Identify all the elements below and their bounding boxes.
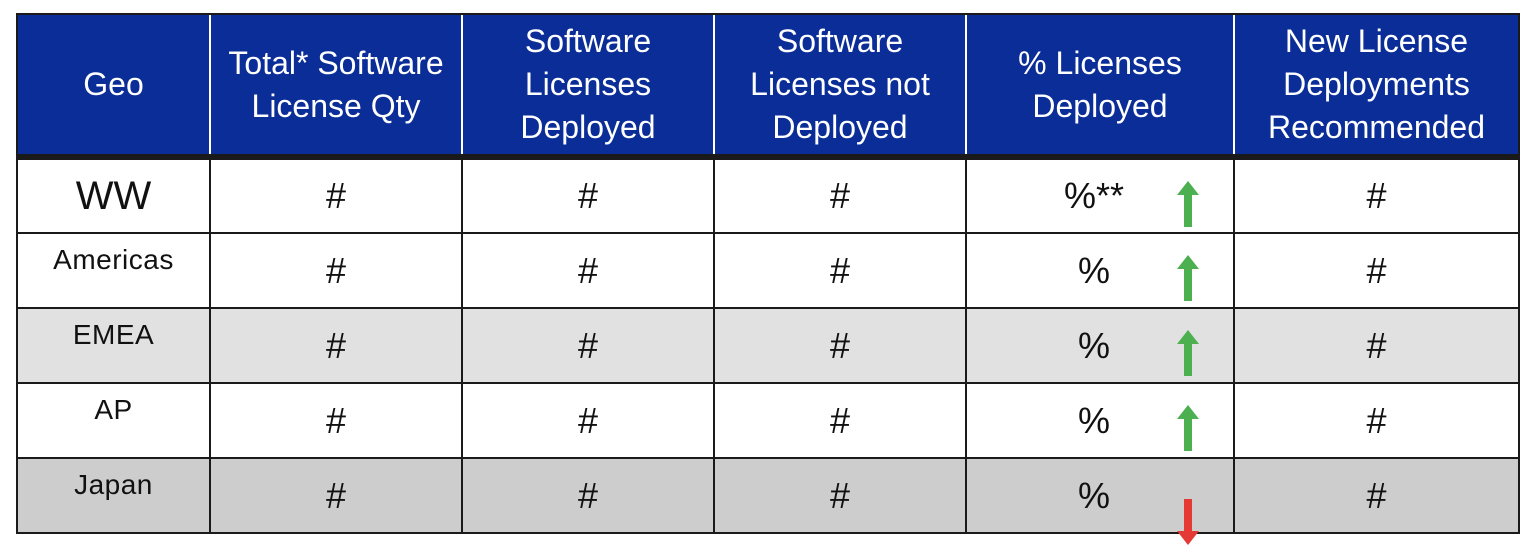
arrow-up-icon [1177, 330, 1199, 376]
header-licenses-not-deployed: Software Licenses not Deployed [713, 13, 966, 160]
total-cell: # [209, 382, 463, 459]
table-row-americas: Americas # # # % # [16, 232, 1520, 309]
percent-cell: % [965, 232, 1235, 309]
total-cell: # [209, 307, 463, 384]
geo-cell: WW [16, 156, 211, 234]
percent-cell: %** [965, 156, 1235, 234]
header-new-deployments-recommended: New License Deployments Recommended [1233, 13, 1520, 160]
geo-cell: Japan [16, 457, 211, 534]
arrow-up-icon [1177, 255, 1199, 301]
not-deployed-cell: # [713, 457, 967, 534]
table-row-emea: EMEA # # # % # [16, 307, 1520, 384]
arrow-up-icon [1177, 405, 1199, 451]
header-total-license-qty: Total* Software License Qty [209, 13, 462, 160]
not-deployed-cell: # [713, 307, 967, 384]
recommended-cell: # [1233, 457, 1520, 534]
header-licenses-deployed: Software Licenses Deployed [461, 13, 714, 160]
not-deployed-cell: # [713, 382, 967, 459]
header-row: Geo Total* Software License Qty Software… [16, 13, 1520, 160]
total-cell: # [209, 156, 463, 234]
header-geo: Geo [16, 13, 210, 160]
total-cell: # [209, 457, 463, 534]
recommended-cell: # [1233, 156, 1520, 234]
header-percent-deployed: % Licenses Deployed [965, 13, 1234, 160]
deployed-cell: # [461, 307, 715, 384]
percent-value: % [1077, 474, 1110, 516]
total-cell: # [209, 232, 463, 309]
license-table: Geo Total* Software License Qty Software… [16, 13, 1520, 545]
deployed-cell: # [461, 457, 715, 534]
arrow-down-icon [1177, 499, 1199, 545]
percent-value: % [1077, 324, 1110, 366]
arrow-up-icon [1177, 181, 1199, 227]
percent-value: % [1077, 249, 1110, 291]
percent-cell: % [965, 382, 1235, 459]
table-row-ap: AP # # # % # [16, 382, 1520, 459]
percent-value: %** [1063, 175, 1125, 216]
recommended-cell: # [1233, 307, 1520, 384]
table-row-japan: Japan # # # % # [16, 457, 1520, 545]
geo-cell: EMEA [16, 307, 211, 384]
deployed-cell: # [461, 382, 715, 459]
table-row-ww: WW # # # %** # [16, 156, 1520, 234]
recommended-cell: # [1233, 232, 1520, 309]
percent-cell: % [965, 457, 1235, 545]
recommended-cell: # [1233, 382, 1520, 459]
not-deployed-cell: # [713, 156, 967, 234]
geo-cell: Americas [16, 232, 211, 309]
geo-cell: AP [16, 382, 211, 459]
deployed-cell: # [461, 156, 715, 234]
deployed-cell: # [461, 232, 715, 309]
percent-cell: % [965, 307, 1235, 384]
not-deployed-cell: # [713, 232, 967, 309]
percent-value: % [1077, 399, 1110, 441]
